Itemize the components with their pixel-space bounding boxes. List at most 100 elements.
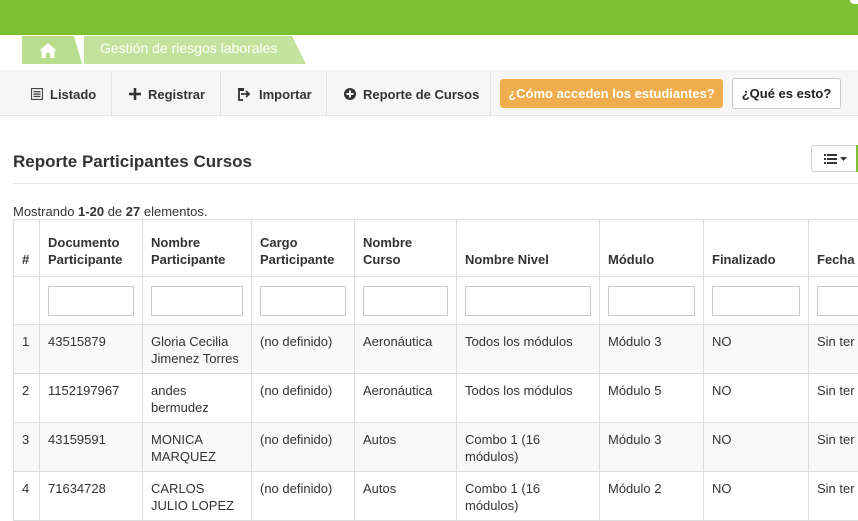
list-icon — [31, 88, 43, 100]
cell-curso: Aeronáutica — [355, 374, 457, 423]
cell-curso: Aeronáutica — [355, 325, 457, 374]
table-row[interactable]: 2 1152197967 andes bermudez (no definido… — [14, 374, 858, 423]
cell-cargo: (no definido) — [252, 374, 355, 423]
cell-fecha: Sin ter — [809, 472, 858, 521]
cell-curso: Autos — [355, 423, 457, 472]
view-options-button[interactable] — [811, 145, 858, 172]
filter-cell — [14, 277, 40, 325]
filter-nombre-input[interactable] — [151, 286, 243, 316]
breadcrumb-current[interactable]: Gestión de riesgos laborales — [84, 36, 306, 64]
filter-nivel-input[interactable] — [465, 286, 591, 316]
header-row: # Documento Participante Nombre Particip… — [14, 220, 858, 277]
column-header[interactable]: Nombre Nivel — [457, 220, 600, 277]
column-header[interactable]: Nombre Curso — [355, 220, 457, 277]
filter-cell — [252, 277, 355, 325]
cell-documento: 71634728 — [40, 472, 143, 521]
cell-finalizado: NO — [704, 374, 809, 423]
filter-cargo-input[interactable] — [260, 286, 346, 316]
cell-modulo: Módulo 3 — [600, 423, 704, 472]
filter-cell — [809, 277, 858, 325]
cell-fecha: Sin ter — [809, 374, 858, 423]
cell-nombre: MONICA MARQUEZ — [143, 423, 252, 472]
cell-fecha: Sin ter — [809, 423, 858, 472]
cell-cargo: (no definido) — [252, 325, 355, 374]
column-header[interactable]: Documento Participante — [40, 220, 143, 277]
results-range: 1-20 — [78, 204, 104, 219]
cell-cargo: (no definido) — [252, 472, 355, 521]
top-bar-corner — [850, 0, 858, 4]
cell-fecha: Sin ter — [809, 325, 858, 374]
plus-icon — [129, 88, 141, 100]
filter-cell — [40, 277, 143, 325]
results-summary: Mostrando 1-20 de 27 elementos. — [13, 204, 207, 219]
participants-table: # Documento Participante Nombre Particip… — [13, 219, 858, 521]
column-header[interactable]: Nombre Participante — [143, 220, 252, 277]
row-number: 3 — [14, 423, 40, 472]
toolbar-divider — [111, 71, 112, 117]
cell-cargo: (no definido) — [252, 423, 355, 472]
cell-modulo: Módulo 5 — [600, 374, 704, 423]
filter-cell — [704, 277, 809, 325]
importar-label: Importar — [259, 87, 312, 102]
filter-finalizado-input[interactable] — [712, 286, 800, 316]
reporte-cursos-label: Reporte de Cursos — [363, 87, 479, 102]
filter-documento-input[interactable] — [48, 286, 134, 316]
list-view-icon — [824, 154, 837, 164]
cell-nombre: CARLOS JULIO LOPEZ — [143, 472, 252, 521]
filter-cell — [143, 277, 252, 325]
row-number: 1 — [14, 325, 40, 374]
cell-documento: 1152197967 — [40, 374, 143, 423]
import-icon — [238, 88, 252, 101]
column-header[interactable]: # — [14, 220, 40, 277]
listado-label: Listado — [50, 87, 96, 102]
column-header[interactable]: Cargo Participante — [252, 220, 355, 277]
cell-finalizado: NO — [704, 472, 809, 521]
cell-curso: Autos — [355, 472, 457, 521]
filter-curso-input[interactable] — [363, 286, 448, 316]
cell-modulo: Módulo 2 — [600, 472, 704, 521]
table-row[interactable]: 1 43515879 Gloria Cecilia Jimenez Torres… — [14, 325, 858, 374]
como-acceden-button[interactable]: ¿Cómo acceden los estudiantes? — [500, 79, 723, 108]
cell-nivel: Combo 1 (16 módulos) — [457, 423, 600, 472]
results-total: 27 — [126, 204, 140, 219]
registrar-label: Registrar — [148, 87, 205, 102]
toolbar-divider — [326, 71, 327, 117]
filter-modulo-input[interactable] — [608, 286, 695, 316]
toolbar-divider — [490, 71, 491, 117]
filter-cell — [457, 277, 600, 325]
column-header[interactable]: Finalizado — [704, 220, 809, 277]
circle-plus-icon — [344, 88, 356, 100]
caret-down-icon — [840, 157, 847, 161]
cell-nivel: Todos los módulos — [457, 325, 600, 374]
cell-finalizado: NO — [704, 423, 809, 472]
listado-button[interactable]: Listado — [31, 71, 96, 117]
cell-nivel: Todos los módulos — [457, 374, 600, 423]
table-row[interactable]: 3 43159591 MONICA MARQUEZ (no definido) … — [14, 423, 858, 472]
column-header[interactable]: Módulo — [600, 220, 704, 277]
toolbar-divider — [220, 71, 221, 117]
home-icon — [39, 43, 57, 58]
table-row[interactable]: 4 71634728 CARLOS JULIO LOPEZ (no defini… — [14, 472, 858, 521]
toolbar: Listado Registrar Importar Reporte de Cu… — [0, 70, 858, 116]
cell-nivel: Combo 1 (16 módulos) — [457, 472, 600, 521]
cell-documento: 43515879 — [40, 325, 143, 374]
top-bar — [0, 0, 858, 35]
column-header[interactable]: Fecha — [809, 220, 858, 277]
reporte-cursos-button[interactable]: Reporte de Cursos — [344, 71, 479, 117]
que-es-esto-button[interactable]: ¿Qué es esto? — [732, 78, 841, 109]
cell-nombre: andes bermudez — [143, 374, 252, 423]
filter-cell — [600, 277, 704, 325]
page-title: Reporte Participantes Cursos — [13, 152, 252, 172]
breadcrumb-home[interactable] — [22, 36, 82, 64]
importar-button[interactable]: Importar — [238, 71, 312, 117]
cell-modulo: Módulo 3 — [600, 325, 704, 374]
filter-fecha-input[interactable] — [817, 286, 858, 316]
cell-nombre: Gloria Cecilia Jimenez Torres — [143, 325, 252, 374]
filter-cell — [355, 277, 457, 325]
row-number: 4 — [14, 472, 40, 521]
row-number: 2 — [14, 374, 40, 423]
cell-finalizado: NO — [704, 325, 809, 374]
filter-row — [14, 277, 858, 325]
registrar-button[interactable]: Registrar — [129, 71, 205, 117]
cell-documento: 43159591 — [40, 423, 143, 472]
